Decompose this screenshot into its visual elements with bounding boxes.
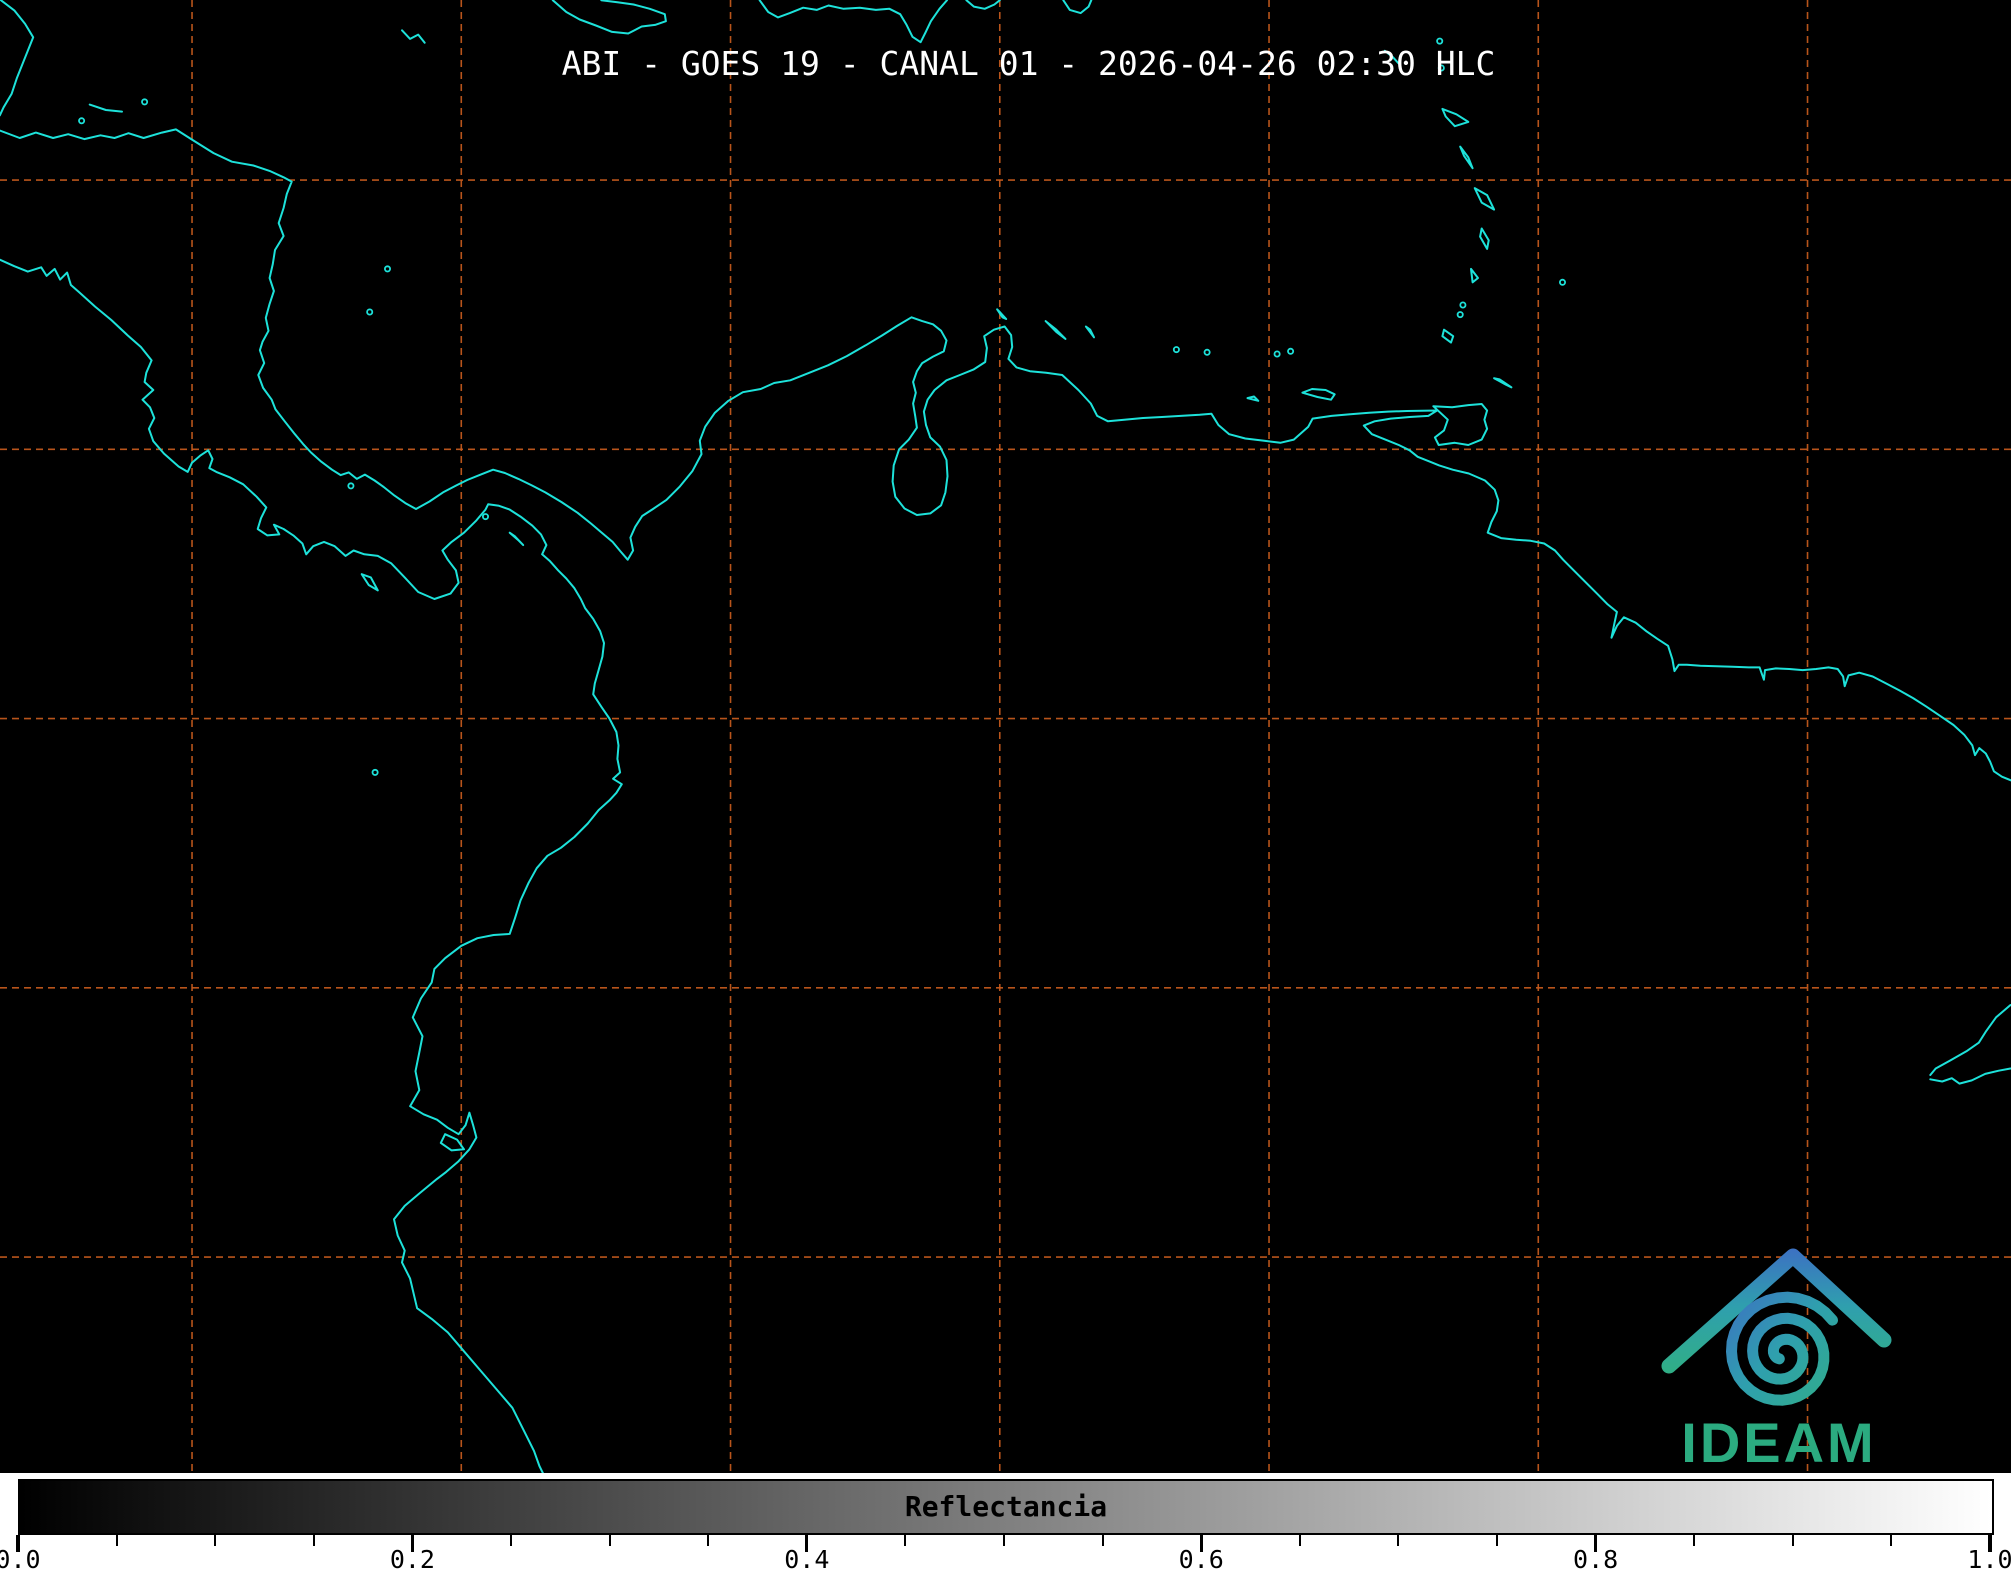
coastline-coiba <box>362 574 378 590</box>
colorbar-minor-tick <box>116 1535 118 1546</box>
ideam-logo: IDEAM <box>1669 1256 1884 1473</box>
island-la-orchila <box>1205 350 1210 355</box>
map-svg: IDEAM <box>0 0 2011 1473</box>
island-grenadines-2 <box>1458 312 1463 317</box>
colorbar-label: Reflectancia <box>20 1490 1992 1523</box>
colorbar-minor-tick <box>1496 1535 1498 1546</box>
coastline-st-vincent <box>1471 269 1478 282</box>
colorbar-tick-label: 0.8 <box>1573 1545 1618 1574</box>
graticule-grid <box>0 0 2011 1473</box>
colorbar-minor-tick <box>1890 1535 1892 1546</box>
coastline-st-lucia <box>1480 229 1489 249</box>
coastline-grenada <box>1442 330 1453 343</box>
colorbar-minor-tick <box>313 1535 315 1546</box>
coastline-guadeloupe <box>1442 109 1468 126</box>
colorbar-minor-tick <box>1102 1535 1104 1546</box>
colorbar-gradient-bar: Reflectancia <box>18 1479 1994 1535</box>
coastline-margarita <box>1302 389 1334 400</box>
coastline-roatan <box>90 105 122 112</box>
coastline-hispaniola-east <box>966 0 999 9</box>
logo-hurricane-spiral-icon <box>1732 1297 1833 1400</box>
colorbar-minor-tick <box>609 1535 611 1546</box>
coastline-curacao <box>1046 321 1066 339</box>
island-providencia <box>385 266 390 271</box>
colorbar-minor-tick <box>214 1535 216 1546</box>
island-guanaja <box>142 99 147 104</box>
satellite-map-canvas: IDEAM ABI - GOES 19 - CANAL 01 - 2026-04… <box>0 0 2011 1473</box>
colorbar-tick-label: 0.6 <box>1179 1545 1224 1574</box>
coastline-belize-coast <box>0 0 33 115</box>
island-grenadines-1 <box>1460 302 1465 307</box>
coastline-trinidad <box>1433 404 1487 445</box>
coastline-dominica <box>1460 147 1472 169</box>
colorbar-minor-tick <box>707 1535 709 1546</box>
colorbar-minor-tick <box>904 1535 906 1546</box>
colorbar-tick-label: 0.0 <box>0 1545 41 1574</box>
coastline-bonaire <box>1086 327 1094 338</box>
colorbar-minor-tick <box>1397 1535 1399 1546</box>
island-taboga <box>483 514 488 519</box>
colorbar-tick-label: 0.4 <box>784 1545 829 1574</box>
island-utila <box>79 118 84 123</box>
coastline-pacific-mainland <box>0 260 622 1473</box>
coastline-amazon-north-bank <box>1930 1005 2010 1075</box>
colorbar-tick-label: 1.0 <box>1967 1545 2011 1574</box>
small-islands-layer <box>79 39 1565 776</box>
coastline-jamaica <box>553 0 666 33</box>
island-los-hermanos <box>1275 351 1280 356</box>
island-barbados <box>1560 280 1565 285</box>
coastline-layer <box>0 0 2011 1473</box>
coastline-puerto-rico-fragment <box>1063 0 1091 13</box>
coastline-martinique <box>1475 188 1494 210</box>
island-blanquilla <box>1288 349 1293 354</box>
colorbar-minor-tick <box>1693 1535 1695 1546</box>
island-barbuda <box>1437 39 1442 44</box>
goes-satellite-viewer: { "title": "ABI - GOES 19 - CANAL 01 - 2… <box>0 0 2011 1577</box>
colorbar: Reflectancia 0.0 0.2 0.4 0.6 0.8 1.0 <box>0 1473 2011 1577</box>
island-malpelo <box>373 770 378 775</box>
colorbar-minor-tick <box>1003 1535 1005 1546</box>
coastline-tobago <box>1494 378 1511 387</box>
colorbar-minor-tick <box>1792 1535 1794 1546</box>
island-san-andres <box>367 309 372 314</box>
colorbar-tick-label: 0.2 <box>390 1545 435 1574</box>
coastline-amazon-south-bank <box>1930 1069 2010 1084</box>
island-bocas-islet <box>348 483 353 488</box>
colorbar-minor-tick <box>510 1535 512 1546</box>
coastline-la-tortuga <box>1248 397 1259 401</box>
logo-wordmark: IDEAM <box>1681 1411 1876 1473</box>
map-title: ABI - GOES 19 - CANAL 01 - 2026-04-26 02… <box>562 44 1496 83</box>
coastline-pedro-bank <box>402 30 425 42</box>
coastline-hispaniola-west <box>760 0 947 42</box>
island-los-roques <box>1174 347 1179 352</box>
coastline-aruba <box>997 309 1006 319</box>
coastline-pearl-islands <box>510 533 524 545</box>
colorbar-minor-tick <box>1299 1535 1301 1546</box>
coastline-caribbean-atlantic-mainland <box>0 129 2011 780</box>
